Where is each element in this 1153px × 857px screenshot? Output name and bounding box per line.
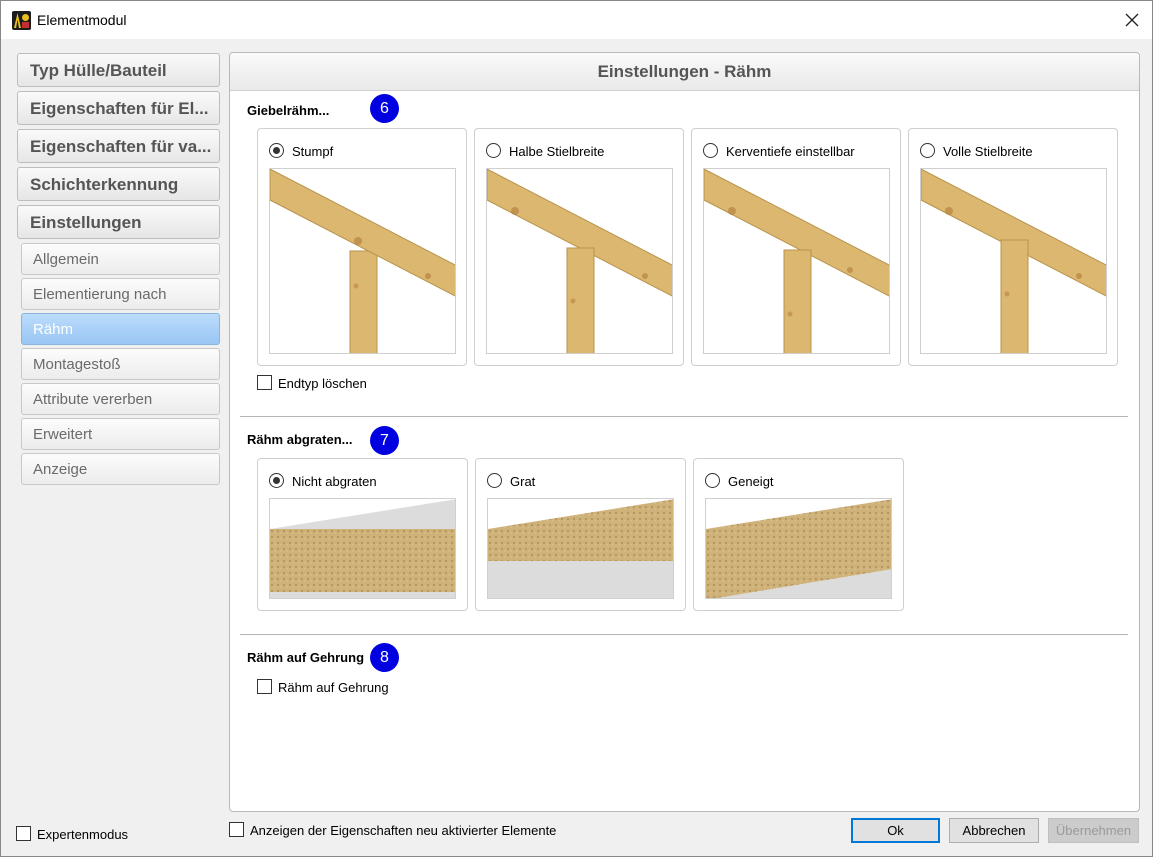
preview-kerventiefe — [703, 168, 890, 354]
preview-grat — [487, 498, 674, 599]
close-button[interactable] — [1111, 1, 1152, 39]
endtyp-loeschen-label: Endtyp löschen — [278, 376, 367, 391]
preview-volle-stielbreite — [920, 168, 1107, 354]
nav-eigenschaften-elemente[interactable]: Eigenschaften für El... — [17, 91, 220, 125]
option-card-geneigt[interactable]: Geneigt — [693, 458, 904, 611]
preview-halbe-stielbreite — [486, 168, 673, 354]
preview-stumpf — [269, 168, 456, 354]
step-badge-7: 7 — [370, 426, 399, 455]
radio-label-volle-stielbreite: Volle Stielbreite — [943, 144, 1033, 159]
app-logo-icon — [12, 11, 31, 30]
nav-sub-anzeige[interactable]: Anzeige — [21, 453, 220, 485]
nav-typ-huelle-bauteil[interactable]: Typ Hülle/Bauteil — [17, 53, 220, 87]
show-properties-label: Anzeigen der Eigenschaften neu aktiviert… — [250, 823, 557, 838]
apply-button[interactable]: Übernehmen — [1048, 818, 1139, 843]
radio-label-stumpf: Stumpf — [292, 144, 334, 159]
nav-schichterkennung[interactable]: Schichterkennung — [17, 167, 220, 201]
panel-title: Einstellungen - Rähm — [230, 53, 1139, 91]
radio-label-geneigt: Geneigt — [728, 474, 774, 489]
nav-einstellungen[interactable]: Einstellungen — [17, 205, 220, 239]
radio-label-halbe-stielbreite: Halbe Stielbreite — [509, 144, 605, 159]
close-icon — [1125, 13, 1138, 27]
endtyp-loeschen-checkbox[interactable] — [257, 375, 272, 390]
radio-geneigt[interactable] — [705, 473, 720, 488]
radio-stumpf[interactable] — [269, 143, 284, 158]
nav-eigenschaften-varianten[interactable]: Eigenschaften für va... — [17, 129, 220, 163]
expertenmodus-checkbox[interactable] — [16, 826, 31, 841]
radio-nicht-abgraten[interactable] — [269, 473, 284, 488]
radio-label-kerventiefe: Kerventiefe einstellbar — [726, 144, 855, 159]
option-card-stumpf[interactable]: Stumpf — [257, 128, 467, 366]
option-card-volle-stielbreite[interactable]: Volle Stielbreite — [908, 128, 1118, 366]
section-title-giebelraehm: Giebelrähm... — [247, 103, 330, 118]
raehm-auf-gehrung-label: Rähm auf Gehrung — [278, 680, 389, 695]
nav-sub-erweitert[interactable]: Erweitert — [21, 418, 220, 450]
step-badge-6: 6 — [370, 94, 399, 123]
radio-label-grat: Grat — [510, 474, 536, 489]
ok-button[interactable]: Ok — [851, 818, 940, 843]
radio-label-nicht-abgraten: Nicht abgraten — [292, 474, 377, 489]
expertenmodus-label: Expertenmodus — [37, 827, 129, 842]
dialog-window: Elementmodul Typ Hülle/Bauteil Eigenscha… — [0, 0, 1153, 857]
option-card-nicht-abgraten[interactable]: Nicht abgraten — [257, 458, 468, 611]
section-divider — [240, 416, 1128, 417]
radio-halbe-stielbreite[interactable] — [486, 143, 501, 158]
radio-grat[interactable] — [487, 473, 502, 488]
option-card-halbe-stielbreite[interactable]: Halbe Stielbreite — [474, 128, 684, 366]
nav-sub-montagestoss[interactable]: Montagestoß — [21, 348, 220, 380]
settings-panel: Einstellungen - Rähm Giebelrähm... 6 Stu… — [229, 52, 1140, 812]
nav-sub-elementierung[interactable]: Elementierung nach — [21, 278, 220, 310]
nav-sub-allgemein[interactable]: Allgemein — [21, 243, 220, 275]
cancel-button[interactable]: Abbrechen — [949, 818, 1039, 843]
title-bar: Elementmodul — [1, 1, 1152, 39]
radio-volle-stielbreite[interactable] — [920, 143, 935, 158]
section-divider — [240, 634, 1128, 635]
section-title-raehm-abgraten: Rähm abgraten... — [247, 432, 353, 447]
nav-sub-attribute-vererben[interactable]: Attribute vererben — [21, 383, 220, 415]
preview-geneigt — [705, 498, 892, 599]
section-title-raehm-auf-gehrung: Rähm auf Gehrung — [247, 650, 365, 665]
window-title: Elementmodul — [37, 12, 127, 28]
preview-nicht-abgraten — [269, 498, 456, 599]
step-badge-8: 8 — [370, 643, 399, 672]
option-card-grat[interactable]: Grat — [475, 458, 686, 611]
option-card-kerventiefe[interactable]: Kerventiefe einstellbar — [691, 128, 901, 366]
show-properties-checkbox[interactable] — [229, 822, 244, 837]
radio-kerventiefe[interactable] — [703, 143, 718, 158]
raehm-auf-gehrung-checkbox[interactable] — [257, 679, 272, 694]
nav-sub-raehm[interactable]: Rähm — [21, 313, 220, 345]
